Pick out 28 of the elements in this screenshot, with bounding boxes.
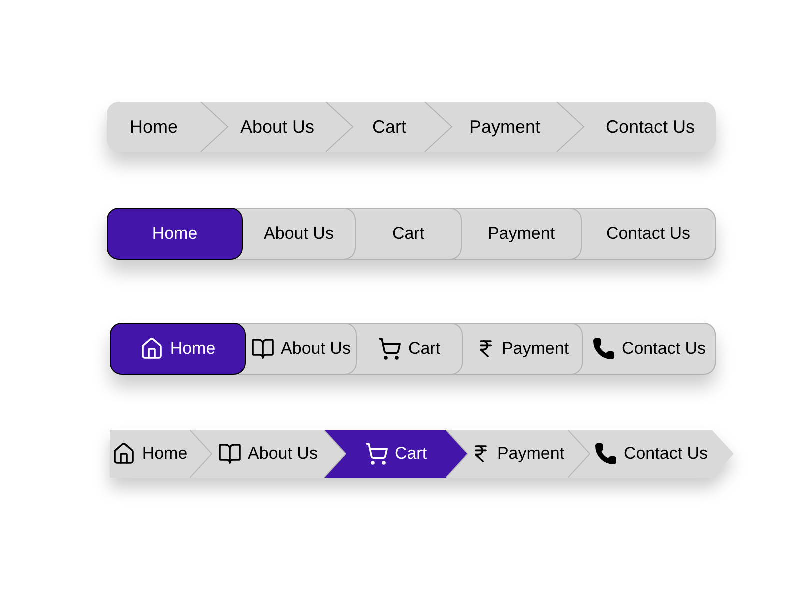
cart-icon <box>378 337 402 361</box>
phone-icon <box>594 442 618 466</box>
book-icon <box>218 442 242 466</box>
chevron-separator <box>201 102 229 152</box>
nav-tab[interactable]: Payment <box>463 323 583 375</box>
phone-icon <box>592 337 616 361</box>
chevron-separator <box>425 102 453 152</box>
nav-tab[interactable]: Home <box>110 323 246 375</box>
house-icon <box>112 442 136 466</box>
cart-icon <box>364 442 389 466</box>
chevron-separator <box>326 102 354 152</box>
nav-tab[interactable]: Payment <box>462 208 582 260</box>
house-icon <box>140 337 164 361</box>
arrow-tip <box>712 430 734 478</box>
nav-tab[interactable]: About Us <box>246 323 357 375</box>
nav-tab[interactable]: Cart <box>356 208 462 260</box>
nav-tab[interactable]: Home <box>107 208 243 260</box>
nav-tab[interactable]: About Us <box>243 208 356 260</box>
nav-tab[interactable]: Cart <box>357 323 463 375</box>
chevron-separator <box>557 102 585 152</box>
nav-tab[interactable]: Contact Us <box>583 323 716 375</box>
nav-tab[interactable]: Contact Us <box>582 208 716 260</box>
book-icon <box>251 337 276 361</box>
breadcrumb-item[interactable]: Cart <box>354 102 425 152</box>
breadcrumb-item[interactable]: Home <box>107 102 201 152</box>
breadcrumb-item[interactable]: About Us <box>229 102 326 152</box>
breadcrumb-item[interactable]: Payment <box>453 102 557 152</box>
breadcrumb-item[interactable]: Contact Us <box>585 102 716 152</box>
